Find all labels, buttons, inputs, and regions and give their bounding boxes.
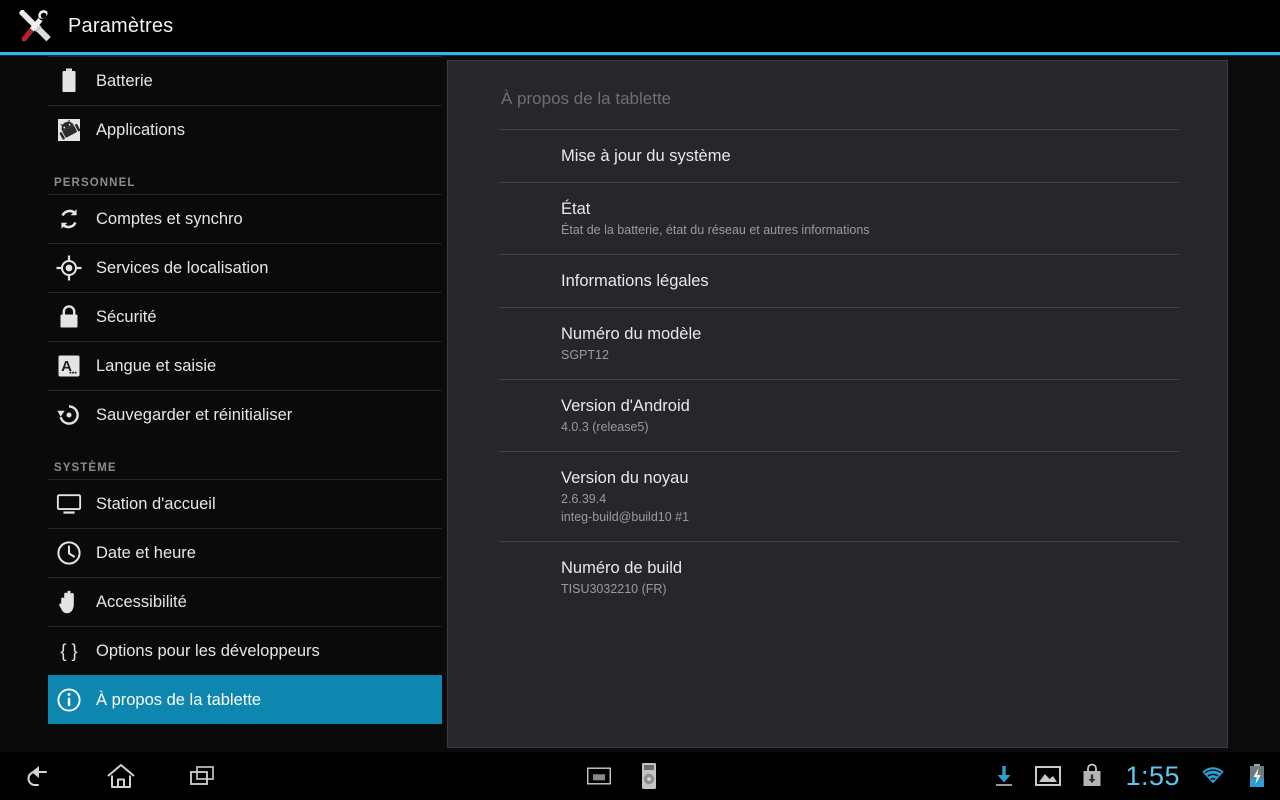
settings-app-window: Paramètres Batterie Applications PERSONNEL… [0, 0, 1280, 800]
sidebar-item-label: Sauvegarder et réinitialiser [96, 405, 293, 424]
about-row-title: Mise à jour du système [561, 147, 731, 165]
about-row-numero-de-build[interactable]: Numéro de build TISU3032210 (FR) [499, 541, 1179, 613]
sidebar-item-sauvegarder-et-reinitialiser[interactable]: Sauvegarder et réinitialiser [48, 390, 442, 439]
about-row-informations-legales[interactable]: Informations légales [499, 254, 1179, 307]
about-row-numero-du-modele[interactable]: Numéro du modèle SGPT12 [499, 307, 1179, 379]
download-icon[interactable] [991, 763, 1017, 789]
about-row-subtitle: 4.0.3 (release5) [561, 420, 649, 434]
screen-cast-icon[interactable] [586, 763, 612, 789]
sidebar-item-label: Sécurité [96, 307, 157, 326]
about-row-version-d-android[interactable]: Version d'Android 4.0.3 (release5) [499, 379, 1179, 451]
system-nav-buttons [20, 752, 222, 800]
location-icon [56, 255, 82, 281]
app-title: Paramètres [68, 14, 174, 37]
about-row-title: Informations légales [561, 272, 709, 290]
clock-icon [56, 540, 82, 566]
wrench-screwdriver-icon [14, 5, 56, 47]
info-circle-icon [56, 687, 82, 713]
sidebar-section-header: PERSONNEL [0, 154, 442, 194]
applications-icon [56, 117, 82, 143]
about-row-subtitle: 2.6.39.4 [561, 492, 607, 506]
sidebar-item-securite[interactable]: Sécurité [48, 292, 442, 341]
sidebar-item-langue-et-saisie[interactable]: A Langue et saisie [48, 341, 442, 390]
settings-sidebar[interactable]: Batterie Applications PERSONNEL Comptes et … [0, 56, 442, 752]
backup-restore-icon [56, 402, 82, 428]
sidebar-item-applications[interactable]: Applications [48, 105, 442, 154]
sidebar-item-date-et-heure[interactable]: Date et heure [48, 528, 442, 577]
about-row-subtitle: integ-build@build10 #1 [561, 510, 690, 524]
status-icons: 1:55 [991, 752, 1270, 800]
sidebar-item-label: Station d'accueil [96, 494, 216, 513]
sidebar-item-comptes-et-synchro[interactable]: Comptes et synchro [48, 194, 442, 243]
about-row-title: Numéro du modèle [561, 325, 702, 343]
sidebar-item-label: Services de localisation [96, 258, 269, 277]
sidebar-item-station-d-accueil[interactable]: Station d'accueil [48, 479, 442, 528]
sidebar-item-services-de-localisation[interactable]: Services de localisation [48, 243, 442, 292]
photo-icon[interactable] [1035, 763, 1062, 789]
about-tablet-panel: À propos de la tablette Mise à jour du s… [447, 60, 1228, 748]
sidebar-item-label: Accessibilité [96, 592, 187, 611]
system-tray-icons [586, 752, 662, 800]
sidebar-item-label: À propos de la tablette [96, 690, 262, 709]
svg-text:{ }: { } [60, 641, 77, 661]
lock-icon [56, 304, 82, 330]
home-icon[interactable] [102, 757, 140, 795]
about-row-mise-a-jour-du-systeme[interactable]: Mise à jour du système [499, 129, 1179, 182]
sync-icon [56, 206, 82, 232]
sidebar-item-a-propos-de-la-tablette[interactable]: À propos de la tablette [48, 675, 442, 724]
about-row-subtitle: TISU3032210 (FR) [561, 582, 667, 596]
hand-icon [56, 589, 82, 615]
sidebar-item-label: Options pour les développeurs [96, 641, 320, 660]
about-row-title: Numéro de build [561, 559, 683, 577]
about-row-title: Version du noyau [561, 469, 689, 487]
sidebar-item-batterie[interactable]: Batterie [48, 56, 442, 105]
recents-icon[interactable] [184, 757, 222, 795]
panel-title: À propos de la tablette [501, 89, 672, 108]
sidebar-item-label: Applications [96, 120, 185, 139]
language-icon: A [56, 353, 82, 379]
battery-charging-icon[interactable] [1244, 763, 1270, 789]
title-bar: Paramètres [0, 0, 1280, 52]
sidebar-section-label: SYSTÈME [54, 462, 117, 474]
status-clock[interactable]: 1:55 [1123, 762, 1182, 790]
about-row-title: État [561, 200, 591, 218]
sidebar-section-label: PERSONNEL [54, 177, 136, 189]
sidebar-section-header: SYSTÈME [0, 439, 442, 479]
battery-icon [56, 68, 82, 94]
sidebar-item-options-pour-les-developpeurs[interactable]: { } Options pour les développeurs [48, 626, 442, 675]
about-row-title: Version d'Android [561, 397, 690, 415]
wifi-icon[interactable] [1200, 763, 1226, 789]
braces-icon: { } [56, 638, 82, 664]
remote-control-icon[interactable] [636, 763, 662, 789]
about-row-subtitle: SGPT12 [561, 348, 609, 362]
about-row-subtitle: État de la batterie, état du réseau et a… [561, 223, 870, 237]
sidebar-item-accessibilite[interactable]: Accessibilité [48, 577, 442, 626]
sidebar-item-label: Batterie [96, 71, 153, 90]
about-rows-list[interactable]: Mise à jour du système État État de la bat… [499, 129, 1179, 613]
shopping-bag-download-icon[interactable] [1079, 763, 1105, 789]
back-icon[interactable] [20, 757, 58, 795]
sidebar-item-label: Comptes et synchro [96, 209, 243, 228]
sidebar-item-label: Date et heure [96, 543, 196, 562]
about-row-etat[interactable]: État État de la batterie, état du réseau … [499, 182, 1179, 254]
dock-monitor-icon [56, 491, 82, 517]
body-region: Batterie Applications PERSONNEL Comptes et … [0, 56, 1280, 752]
about-row-version-du-noyau[interactable]: Version du noyau 2.6.39.4 integ-build@buil… [499, 451, 1179, 541]
sidebar-item-label: Langue et saisie [96, 356, 217, 375]
system-bar: 1:55 [0, 752, 1280, 800]
sidebar-nav-list[interactable]: Batterie Applications PERSONNEL Comptes et … [0, 56, 442, 724]
